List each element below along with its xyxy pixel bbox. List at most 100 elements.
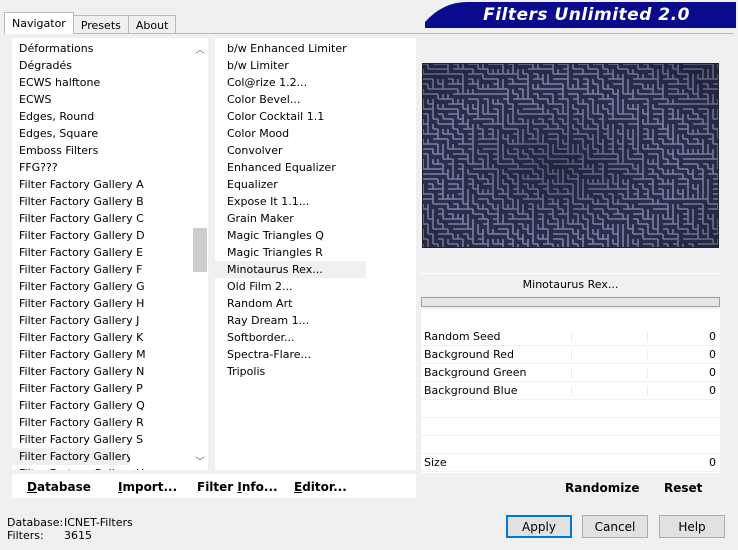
filter-item[interactable]: Col@rize 1.2...: [215, 74, 416, 91]
reset-button[interactable]: Reset: [664, 481, 702, 495]
category-item[interactable]: Filter Factory Gallery C: [12, 210, 208, 227]
filter-item[interactable]: Grain Maker: [215, 210, 416, 227]
current-filter-name: Minotaurus Rex...: [421, 273, 720, 295]
category-list[interactable]: Déformations Dégradés ECWS halftone ECWS Edg…: [12, 38, 208, 470]
param-empty-row: [421, 418, 720, 436]
filter-item[interactable]: Magic Triangles R: [215, 244, 416, 261]
app-title: Filters Unlimited 2.0: [483, 5, 690, 25]
filter-item[interactable]: Tripolis: [215, 363, 416, 380]
category-item[interactable]: Filter Factory Gallery T: [12, 448, 130, 465]
category-item[interactable]: Filter Factory Gallery J: [12, 312, 208, 329]
filter-items: b/w Enhanced Limiter b/w Limiter Col@rize …: [215, 38, 416, 380]
slider-tick: [571, 350, 572, 360]
param-background-blue[interactable]: Background Blue 0: [421, 382, 720, 400]
cancel-button[interactable]: Cancel: [582, 515, 648, 538]
app-banner: Filters Unlimited 2.0: [425, 2, 736, 28]
scroll-up-icon[interactable]: ︿: [192, 40, 208, 56]
slider-tick: [571, 332, 572, 342]
database-button[interactable]: Database: [27, 480, 91, 494]
category-item[interactable]: Filter Factory Gallery F: [12, 261, 208, 278]
filter-item[interactable]: b/w Enhanced Limiter: [215, 40, 416, 57]
database-label: Database:: [7, 516, 64, 529]
database-value: ICNET-Filters: [64, 516, 133, 529]
filter-item[interactable]: Enhanced Equalizer: [215, 159, 416, 176]
filter-item[interactable]: Expose It 1.1...: [215, 193, 416, 210]
slider-tick: [647, 350, 648, 360]
filter-item[interactable]: Old Film 2...: [215, 278, 416, 295]
filter-item[interactable]: Equalizer: [215, 176, 416, 193]
param-label: Background Blue: [424, 384, 518, 397]
param-size[interactable]: Size 0: [421, 454, 720, 472]
param-value: 0: [709, 348, 716, 361]
category-item[interactable]: Filter Factory Gallery D: [12, 227, 208, 244]
filter-info-button[interactable]: Filter Info...: [197, 480, 278, 494]
category-item[interactable]: ECWS halftone: [12, 74, 208, 91]
tab-bar: Navigator Presets About: [4, 12, 177, 34]
category-item[interactable]: Filter Factory Gallery N: [12, 363, 208, 380]
param-empty-row: [421, 436, 720, 454]
category-item[interactable]: Filter Factory Gallery H: [12, 295, 208, 312]
param-empty-row: [421, 400, 720, 418]
param-random-seed[interactable]: Random Seed 0: [421, 328, 720, 346]
tab-navigator[interactable]: Navigator: [4, 12, 74, 34]
param-label: Background Red: [424, 348, 515, 361]
filter-item[interactable]: Softborder...: [215, 329, 416, 346]
category-item[interactable]: Filter Factory Gallery B: [12, 193, 208, 210]
category-item[interactable]: Filter Factory Gallery K: [12, 329, 208, 346]
category-item[interactable]: Filter Factory Gallery A: [12, 176, 208, 193]
filter-item[interactable]: Random Art: [215, 295, 416, 312]
filter-preview-image: [422, 63, 719, 248]
category-item[interactable]: Edges, Round: [12, 108, 208, 125]
category-scrollbar[interactable]: ︿ ﹀: [192, 38, 208, 470]
category-item[interactable]: Déformations: [12, 40, 208, 57]
filter-list[interactable]: b/w Enhanced Limiter b/w Limiter Col@rize …: [215, 38, 416, 470]
param-value: 0: [709, 366, 716, 379]
filter-item[interactable]: Magic Triangles Q: [215, 227, 416, 244]
filter-item[interactable]: Convolver: [215, 142, 416, 159]
category-item[interactable]: Filter Factory Gallery P: [12, 380, 208, 397]
category-item[interactable]: Dégradés: [12, 57, 208, 74]
category-item[interactable]: ECWS: [12, 91, 208, 108]
maze-pattern: [423, 64, 718, 247]
category-item[interactable]: FFG???: [12, 159, 208, 176]
import-button[interactable]: Import...: [118, 480, 177, 494]
scroll-down-icon[interactable]: ﹀: [192, 452, 208, 468]
category-item[interactable]: Edges, Square: [12, 125, 208, 142]
param-background-red[interactable]: Background Red 0: [421, 346, 720, 364]
randomize-button[interactable]: Randomize: [565, 481, 639, 495]
category-item[interactable]: Filter Factory Gallery E: [12, 244, 208, 261]
filter-item[interactable]: Minotaurus Rex...: [215, 261, 366, 278]
scrollbar-thumb[interactable]: [193, 228, 207, 272]
parameter-panel: Random Seed 0 Background Red 0 Backgroun…: [421, 309, 720, 473]
slider-tick: [647, 386, 648, 396]
apply-button[interactable]: Apply: [506, 515, 572, 538]
category-item[interactable]: Filter Factory Gallery Q: [12, 397, 208, 414]
slider-tick: [647, 332, 648, 342]
param-label: Random Seed: [424, 330, 501, 343]
editor-button[interactable]: Editor...: [294, 480, 347, 494]
filters-label: Filters:: [7, 529, 44, 542]
slider-tick: [571, 368, 572, 378]
filter-item[interactable]: Color Bevel...: [215, 91, 416, 108]
help-button[interactable]: Help: [659, 515, 725, 538]
param-background-green[interactable]: Background Green 0: [421, 364, 720, 382]
param-label: Background Green: [424, 366, 527, 379]
filter-item[interactable]: Spectra-Flare...: [215, 346, 416, 363]
category-item[interactable]: Filter Factory Gallery S: [12, 431, 208, 448]
category-item[interactable]: Filter Factory Gallery U: [12, 465, 208, 470]
filter-item[interactable]: Ray Dream 1...: [215, 312, 416, 329]
category-item[interactable]: Filter Factory Gallery M: [12, 346, 208, 363]
filter-item[interactable]: Color Cocktail 1.1: [215, 108, 416, 125]
category-item[interactable]: Emboss Filters: [12, 142, 208, 159]
category-item[interactable]: Filter Factory Gallery G: [12, 278, 208, 295]
filters-count: 3615: [64, 529, 92, 542]
filter-item[interactable]: b/w Limiter: [215, 57, 416, 74]
category-item[interactable]: Filter Factory Gallery R: [12, 414, 208, 431]
param-value: 0: [709, 456, 716, 469]
filter-item[interactable]: Color Mood: [215, 125, 416, 142]
tab-divider: [4, 33, 734, 34]
param-value: 0: [709, 330, 716, 343]
slider-tick: [647, 368, 648, 378]
tab-about[interactable]: About: [127, 15, 177, 34]
tab-presets[interactable]: Presets: [72, 15, 129, 34]
